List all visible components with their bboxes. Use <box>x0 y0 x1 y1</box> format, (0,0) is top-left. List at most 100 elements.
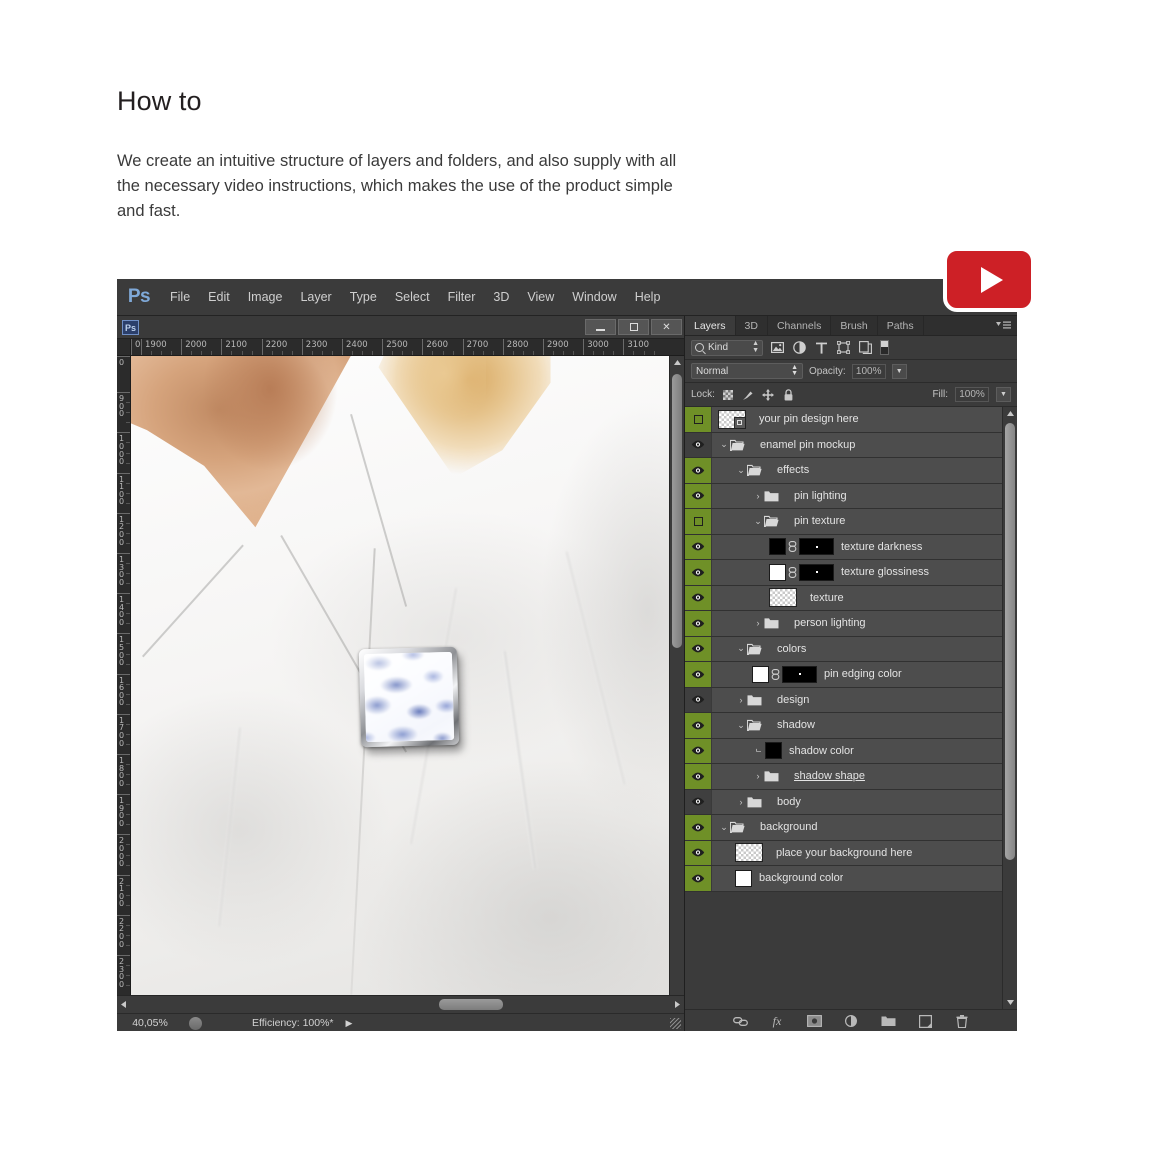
layer-row-body[interactable]: your pin design here <box>712 407 1002 432</box>
layers-scroll-up-icon[interactable] <box>1003 407 1017 420</box>
document-vscroll-thumb[interactable] <box>672 374 682 648</box>
type-layer-filter-icon[interactable] <box>814 340 829 355</box>
scroll-up-icon[interactable] <box>670 356 684 369</box>
chevron-right-icon[interactable]: › <box>752 771 764 781</box>
filter-kind-dropdown[interactable]: Kind ▲ ▼ <box>691 339 763 356</box>
layer-row[interactable]: texture <box>685 585 1002 611</box>
layers-scroll-down-icon[interactable] <box>1003 996 1017 1009</box>
menu-item-view[interactable]: View <box>518 279 563 315</box>
layer-row-body[interactable]: texture <box>712 586 1002 611</box>
layer-thumbnail[interactable] <box>718 409 746 429</box>
layer-list[interactable]: your pin design here ⌄ enamel pin mockup ⌄ e… <box>685 407 1002 1009</box>
layer-visibility-toggle[interactable] <box>685 815 712 840</box>
layer-row[interactable]: ⌄ background <box>685 815 1002 841</box>
layer-mask-thumbnail[interactable] <box>799 563 834 581</box>
filter-toggle-switch[interactable] <box>880 340 889 355</box>
layer-name[interactable]: pin texture <box>787 515 845 527</box>
menu-item-filter[interactable]: Filter <box>439 279 485 315</box>
layer-name[interactable]: texture glossiness <box>834 566 929 578</box>
mask-link-icon[interactable] <box>786 566 799 578</box>
scroll-right-icon[interactable] <box>670 1001 684 1008</box>
tab-paths[interactable]: Paths <box>878 316 924 335</box>
layer-row[interactable]: › design <box>685 687 1002 713</box>
layer-row[interactable]: ⌄ pin texture <box>685 509 1002 535</box>
delete-layer-icon[interactable] <box>954 1013 970 1029</box>
layer-name[interactable]: pin lighting <box>787 490 847 502</box>
layer-name[interactable]: pin edging color <box>817 668 902 680</box>
chevron-down-icon[interactable]: ⌄ <box>735 465 747 476</box>
layer-row-body[interactable]: ⌐ shadow color <box>712 739 1002 764</box>
layer-visibility-toggle[interactable] <box>685 611 712 636</box>
layer-visibility-toggle[interactable] <box>685 585 712 610</box>
chevron-down-icon[interactable]: ⌄ <box>735 720 747 731</box>
layer-row-body[interactable]: › person lighting <box>712 611 1002 636</box>
layer-color-swatch[interactable] <box>765 742 782 760</box>
lock-image-pixels-icon[interactable] <box>742 388 755 401</box>
fill-value[interactable]: 100% <box>955 387 989 402</box>
blend-mode-dropdown[interactable]: Normal ▲ ▼ <box>691 363 803 379</box>
chevron-right-icon[interactable]: › <box>752 491 764 501</box>
maximize-button[interactable] <box>618 319 649 335</box>
layer-name[interactable]: effects <box>770 464 809 476</box>
layer-thumbnail[interactable] <box>735 843 763 863</box>
scroll-left-icon[interactable] <box>117 1001 129 1008</box>
layer-mask-thumbnail[interactable] <box>782 665 817 683</box>
lock-all-icon[interactable] <box>782 388 795 401</box>
layer-row[interactable]: your pin design here <box>685 407 1002 433</box>
layers-scrollbar[interactable] <box>1002 407 1017 1009</box>
layer-name[interactable]: texture darkness <box>834 541 922 553</box>
layer-name[interactable]: colors <box>770 643 806 655</box>
layer-row-body[interactable]: texture darkness <box>712 535 1002 560</box>
vertical-ruler[interactable]: 0 900 1000 1100 1200 1300 1400 1500 1600 1700 1800… <box>117 356 131 995</box>
layer-name[interactable]: place your background here <box>769 847 912 859</box>
layer-name[interactable]: design <box>770 694 809 706</box>
chevron-right-icon[interactable]: › <box>752 618 764 628</box>
layer-name[interactable]: background color <box>752 872 843 884</box>
layer-row[interactable]: › shadow shape <box>685 764 1002 790</box>
chevron-right-icon[interactable]: › <box>735 695 747 705</box>
close-button[interactable]: ✕ <box>651 319 682 335</box>
lock-position-icon[interactable] <box>762 388 775 401</box>
layer-row[interactable]: ⌄ enamel pin mockup <box>685 432 1002 458</box>
layer-row[interactable]: background color <box>685 866 1002 892</box>
layer-name[interactable]: shadow <box>770 719 815 731</box>
layer-row[interactable]: texture darkness <box>685 534 1002 560</box>
layer-visibility-toggle-off[interactable] <box>685 509 712 534</box>
layer-visibility-toggle[interactable] <box>685 432 712 457</box>
layer-row[interactable]: place your background here <box>685 840 1002 866</box>
new-group-icon[interactable] <box>880 1013 896 1029</box>
panel-menu-icon[interactable] <box>990 316 1017 335</box>
layer-row[interactable]: texture glossiness <box>685 560 1002 586</box>
menu-item-window[interactable]: Window <box>563 279 625 315</box>
tab-channels[interactable]: Channels <box>768 316 832 335</box>
chevron-right-icon[interactable]: › <box>735 797 747 807</box>
layer-row-body[interactable]: ⌄ enamel pin mockup <box>712 433 1002 458</box>
add-layer-style-icon[interactable]: fx <box>769 1013 785 1029</box>
mask-link-icon[interactable] <box>786 541 799 553</box>
status-expand-icon[interactable]: ▶ <box>346 1018 353 1029</box>
youtube-play-badge[interactable] <box>943 247 1035 312</box>
minimize-button[interactable] <box>585 319 616 335</box>
layer-visibility-toggle[interactable] <box>685 866 712 891</box>
tab-3d[interactable]: 3D <box>736 316 768 335</box>
layer-row-body[interactable]: ⌄ shadow <box>712 713 1002 738</box>
document-horizontal-scrollbar[interactable] <box>117 995 684 1013</box>
layer-visibility-toggle[interactable] <box>685 738 712 763</box>
layer-visibility-toggle[interactable] <box>685 534 712 559</box>
layer-row[interactable]: ⌄ effects <box>685 458 1002 484</box>
document-hscroll-thumb[interactable] <box>439 999 503 1010</box>
layer-thumbnail[interactable] <box>769 588 797 608</box>
smart-object-filter-icon[interactable] <box>858 340 873 355</box>
new-adjustment-layer-icon[interactable] <box>843 1013 859 1029</box>
fill-dropdown-icon[interactable]: ▼ <box>996 387 1011 402</box>
opacity-value[interactable]: 100% <box>851 363 886 379</box>
layer-row-body[interactable]: ⌄ colors <box>712 637 1002 662</box>
adjustment-layer-filter-icon[interactable] <box>792 340 807 355</box>
canvas-area[interactable] <box>131 356 669 995</box>
layer-color-swatch[interactable] <box>735 869 752 887</box>
layer-color-swatch[interactable] <box>769 563 786 581</box>
layer-row[interactable]: pin edging color <box>685 662 1002 688</box>
layer-row[interactable]: ⌐ shadow color <box>685 738 1002 764</box>
lock-transparent-pixels-icon[interactable] <box>722 388 735 401</box>
add-layer-mask-icon[interactable] <box>806 1013 822 1029</box>
